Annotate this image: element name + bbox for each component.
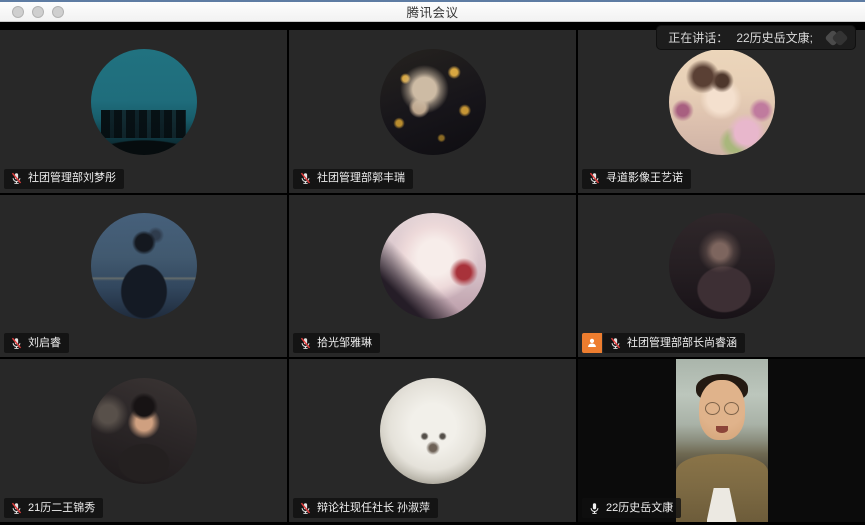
name-pill: 社团管理部刘梦彤	[4, 169, 124, 189]
name-pill: 社团管理部部长尚睿涵	[603, 333, 745, 353]
participant-name-label: 刘启睿	[4, 333, 69, 353]
participant-avatar	[380, 213, 486, 319]
participant-tile[interactable]: 寻道影像王艺诺	[578, 30, 865, 193]
mic-on-icon	[588, 502, 601, 515]
participant-name: 寻道影像王艺诺	[606, 173, 683, 184]
participant-name: 社团管理部刘梦彤	[28, 173, 116, 184]
name-pill: 21历二王锦秀	[4, 498, 103, 518]
title-bar: 腾讯会议	[0, 0, 865, 22]
name-pill: 22历史岳文康	[582, 498, 681, 518]
name-pill: 社团管理部郭丰瑞	[293, 169, 413, 189]
participant-avatar	[91, 378, 197, 484]
participant-name-label: 21历二王锦秀	[4, 498, 103, 518]
video-person-mouth	[716, 426, 728, 433]
mic-muted-icon	[10, 172, 23, 185]
name-pill: 刘启睿	[4, 333, 69, 353]
mic-muted-icon	[588, 172, 601, 185]
participant-avatar	[669, 49, 775, 155]
participant-name: 21历二王锦秀	[28, 503, 95, 514]
participant-tile[interactable]: 21历二王锦秀	[0, 359, 287, 522]
zoom-button[interactable]	[52, 6, 64, 18]
close-button[interactable]	[12, 6, 24, 18]
host-badge	[582, 333, 602, 353]
participant-tile[interactable]: 拾光邹雅琳	[289, 195, 576, 358]
speaking-indicator-text: 正在讲话： 22历史岳文康;	[668, 29, 813, 46]
participant-tile[interactable]: 辩论社现任社长 孙淑萍	[289, 359, 576, 522]
participant-tile[interactable]: 刘启睿	[0, 195, 287, 358]
participant-avatar	[91, 49, 197, 155]
participant-name: 22历史岳文康	[606, 503, 673, 514]
participant-name: 社团管理部郭丰瑞	[317, 173, 405, 184]
mic-muted-icon	[10, 502, 23, 515]
participant-name-label: 社团管理部郭丰瑞	[293, 169, 413, 189]
mic-muted-icon	[10, 337, 23, 350]
host-person-icon	[586, 337, 598, 349]
participant-tile[interactable]: 社团管理部郭丰瑞	[289, 30, 576, 193]
participant-avatar	[380, 49, 486, 155]
participant-name: 社团管理部部长尚睿涵	[627, 338, 737, 349]
participant-avatar	[380, 378, 486, 484]
meeting-stage: 正在讲话： 22历史岳文康; 社团管理部刘梦彤 社团管理部郭丰瑞 寻道影像王艺诺刘启睿…	[0, 22, 865, 525]
participant-name-label: 拾光邹雅琳	[293, 333, 380, 353]
participant-grid: 社团管理部刘梦彤 社团管理部郭丰瑞 寻道影像王艺诺刘启睿 拾光邹雅琳 社团管理部部长尚睿…	[0, 22, 865, 525]
speaking-label: 正在讲话：	[668, 31, 728, 45]
participant-avatar	[669, 213, 775, 319]
mic-muted-icon	[609, 337, 622, 350]
participant-name-label: 22历史岳文康	[582, 498, 681, 518]
tencent-meeting-logo-icon	[827, 32, 846, 44]
speaking-indicator: 正在讲话： 22历史岳文康;	[656, 25, 856, 50]
participant-tile[interactable]: 社团管理部刘梦彤	[0, 30, 287, 193]
video-portrait-strip	[676, 359, 768, 522]
mic-muted-icon	[299, 337, 312, 350]
glasses-icon	[705, 402, 739, 415]
window-title: 腾讯会议	[406, 2, 458, 21]
participant-tile[interactable]: 社团管理部部长尚睿涵	[578, 195, 865, 358]
window-controls	[12, 2, 64, 21]
participant-name-label: 社团管理部部长尚睿涵	[582, 333, 745, 353]
participant-name: 拾光邹雅琳	[317, 338, 372, 349]
speaking-speaker-name: 22历史岳文康;	[736, 31, 813, 45]
participant-avatar	[91, 213, 197, 319]
participant-name: 辩论社现任社长 孙淑萍	[317, 503, 430, 514]
meeting-window: 腾讯会议 正在讲话： 22历史岳文康; 社团管理部刘梦彤 社团管理部郭丰瑞 寻道影像王…	[0, 0, 865, 525]
participant-name-label: 辩论社现任社长 孙淑萍	[293, 498, 438, 518]
participant-name-label: 寻道影像王艺诺	[582, 169, 691, 189]
participant-name: 刘启睿	[28, 338, 61, 349]
active-speaker-tile[interactable]: 22历史岳文康	[578, 359, 865, 522]
name-pill: 辩论社现任社长 孙淑萍	[293, 498, 438, 518]
mic-muted-icon	[299, 502, 312, 515]
minimize-button[interactable]	[32, 6, 44, 18]
name-pill: 拾光邹雅琳	[293, 333, 380, 353]
name-pill: 寻道影像王艺诺	[582, 169, 691, 189]
mic-muted-icon	[299, 172, 312, 185]
participant-name-label: 社团管理部刘梦彤	[4, 169, 124, 189]
